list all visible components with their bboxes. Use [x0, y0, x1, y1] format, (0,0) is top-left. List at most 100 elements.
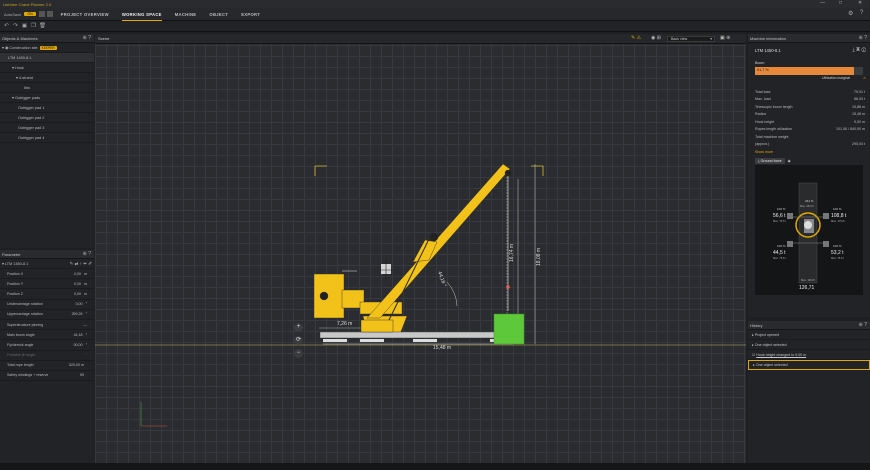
force-bottom-sub: Max. 166,8 t — [801, 278, 816, 282]
panel-menu-icon[interactable]: ⊕ ? — [83, 35, 91, 41]
scene-viewport[interactable]: Scene ✎ ⚠ ◉ ⊞ Back view ▾ ▣ ⊕ 16,74 m 18,… — [95, 34, 746, 463]
dim-width: 15,48 m — [433, 345, 451, 351]
parameter-row[interactable]: Position X 0,00 m — [0, 269, 94, 280]
parameter-value[interactable]: 44,18 — [74, 333, 83, 337]
zoom-out-button[interactable]: − — [294, 349, 303, 358]
tree-hook[interactable]: ▾ Hook — [0, 63, 94, 73]
tree-crane[interactable]: LTM 1450-8.1 — [0, 53, 94, 63]
parameter-label: Total rope length — [7, 363, 34, 368]
settings-icon[interactable]: ⚙ — [848, 10, 853, 17]
parameter-row[interactable]: Position Z 0,00 m — [0, 289, 94, 300]
dim-height-a: 16,74 m — [509, 244, 515, 262]
parameter-value[interactable]: 00,00 — [74, 343, 83, 347]
parameter-row[interactable]: Total rope length 520,00 m — [0, 361, 94, 371]
undo-icon[interactable]: ↶ — [3, 23, 10, 30]
force-bl-sub: Max. 75,8 t — [773, 256, 786, 260]
parameter-label: Position Z — [7, 291, 23, 296]
tree-item-label: Outrigger pads — [14, 95, 41, 100]
parameter-value[interactable]: 520,00 m — [69, 363, 84, 367]
machine-info-row: Total load 79,01 t — [748, 88, 870, 96]
parameter-label: Safety windings + reserve — [7, 373, 49, 378]
zoom-in-button[interactable]: + — [294, 323, 303, 332]
machine-info-row: Total machine weight — [748, 133, 870, 141]
parameter-row[interactable]: Position Y 0,00 m — [0, 279, 94, 290]
parameter-crane-row[interactable]: ▾ LTM 1450-8.1 ✎ ⇄ ↑ ✏ ✐ — [0, 259, 94, 269]
tree-ibis[interactable]: Ibis — [0, 83, 94, 93]
parameter-row[interactable]: Superstructure pinning — — [0, 320, 94, 331]
delete-icon[interactable]: 🗑 — [39, 23, 46, 30]
tab-ground-force[interactable]: ⤓ Ground force — [755, 158, 785, 164]
show-more-link[interactable]: Show more — [748, 150, 870, 154]
parameter-value[interactable]: 0,00 — [76, 302, 83, 306]
reset-view-button[interactable]: ⟳ — [294, 336, 303, 345]
parameter-row[interactable]: Fly/derrick angle 00,00 ° — [0, 340, 94, 351]
copy-icon[interactable]: ❐ — [30, 23, 37, 30]
parameter-row[interactable]: Main boom angle 44,18 ° — [0, 330, 94, 341]
parameter-row[interactable]: Undercarriage rotation 0,00 ° — [0, 300, 94, 310]
parameter-unit: ° — [85, 302, 87, 307]
force-bl: 44,5 t — [773, 250, 786, 256]
layout-icon[interactable] — [38, 11, 45, 17]
force-br-pct: 100 % — [833, 244, 842, 248]
parameter-value[interactable]: 0,00 — [74, 282, 81, 286]
menu-export[interactable]: EXPORT — [241, 12, 260, 17]
machine-info-row: Radius 15,48 m — [748, 111, 870, 119]
parameter-value[interactable]: 59 — [80, 373, 84, 377]
minimize-icon[interactable]: — — [820, 0, 825, 6]
machine-info-value: 101,06 / 840,00 m — [836, 127, 865, 132]
machine-info-label: (approx.) — [755, 142, 770, 147]
ground-force-diagram: 344 % Max. 100,0 t 100 % 56,6 t Max. 75,… — [755, 165, 863, 295]
status-bar — [0, 463, 870, 470]
utilization-bar: 91,7 % — [755, 67, 863, 75]
frame-corner — [314, 165, 327, 176]
tree-outrigger-pad-4[interactable]: Outrigger pad 4 — [0, 133, 94, 143]
menu-object[interactable]: OBJECT — [209, 12, 228, 17]
parameter-tools-icon[interactable]: ✎ ⇄ ↑ ✏ ✐ — [70, 261, 92, 267]
parameter-value[interactable]: 0,00 — [74, 272, 81, 276]
outrigger-pad — [360, 339, 384, 342]
force-bl-pct: 100 % — [777, 244, 786, 248]
outrigger-pad — [413, 339, 437, 342]
tab-3d-icon[interactable]: ◉ — [788, 159, 791, 163]
machine-info-row: Ropes length utilization 101,06 / 840,00 … — [748, 126, 870, 134]
force-tl-pct: 100 % — [777, 207, 786, 211]
hook-block — [506, 285, 510, 289]
image-icon[interactable] — [46, 11, 53, 17]
parameter-row[interactable]: Foldable jib angle ° — [0, 351, 94, 361]
panel-menu-icon[interactable]: ⊕ ? — [859, 35, 867, 41]
tree-outrigger-pad-1[interactable]: Outrigger pad 1 — [0, 103, 94, 113]
menu-working-space[interactable]: WORKING SPACE — [121, 12, 162, 21]
history-row[interactable]: ▸ Project opened — [748, 330, 870, 340]
save-icon[interactable]: ▣ — [21, 23, 28, 30]
history-row[interactable]: ☑ Hook height changed to 9,00 m — [748, 350, 870, 360]
tree-strand[interactable]: ▾ 4-strand — [0, 73, 94, 83]
download-icon[interactable]: ⤓ ▣ ⓘ — [853, 47, 866, 53]
tree-outrigger-pad-3[interactable]: Outrigger pad 3 — [0, 123, 94, 133]
panel-menu-icon[interactable]: ⊕ ? — [859, 322, 867, 328]
machine-info-label: Telescopic boom length — [755, 104, 793, 109]
history-row-current[interactable]: ▸ One object selected — [748, 360, 870, 370]
maximize-icon[interactable]: □ — [839, 0, 842, 6]
menu-project-overview[interactable]: PROJECT OVERVIEW — [61, 12, 109, 17]
parameter-value[interactable]: 269,26 — [72, 312, 83, 316]
autosave-toggle[interactable]: ON — [24, 12, 36, 16]
machine-info-value: 79,01 t — [854, 89, 865, 94]
boom-section-label: Boom — [755, 61, 765, 65]
help-icon[interactable]: ? — [860, 10, 863, 16]
parameter-row[interactable]: Safety windings + reserve 59 — [0, 371, 94, 382]
parameter-row[interactable]: Uppercarriage rotation 269,26 ° — [0, 310, 94, 320]
parameter-value[interactable]: 0,00 — [74, 292, 81, 296]
tree-outrigger-pads[interactable]: ▾ Outrigger pads — [0, 93, 94, 103]
utilization-value: 91,7 % — [757, 68, 769, 72]
close-icon[interactable]: ✕ — [858, 0, 862, 6]
tree-site[interactable]: ▾ ◉ Construction site KEEPER — [0, 43, 94, 53]
ground-force-svg: 344 % Max. 100,0 t 100 % 56,6 t Max. 75,… — [773, 182, 847, 291]
dim-angle: 44,18 ° — [436, 271, 447, 288]
parameter-unit: — — [83, 322, 87, 327]
history-row[interactable]: ▸ One object selected — [748, 340, 870, 350]
tree-outrigger-pad-2[interactable]: Outrigger pad 2 — [0, 113, 94, 123]
panel-menu-icon[interactable]: ⊕ ? — [83, 251, 91, 257]
carrier-cab — [360, 319, 394, 333]
menu-machine[interactable]: MACHINE — [175, 12, 197, 17]
redo-icon[interactable]: ↷ — [12, 23, 19, 30]
